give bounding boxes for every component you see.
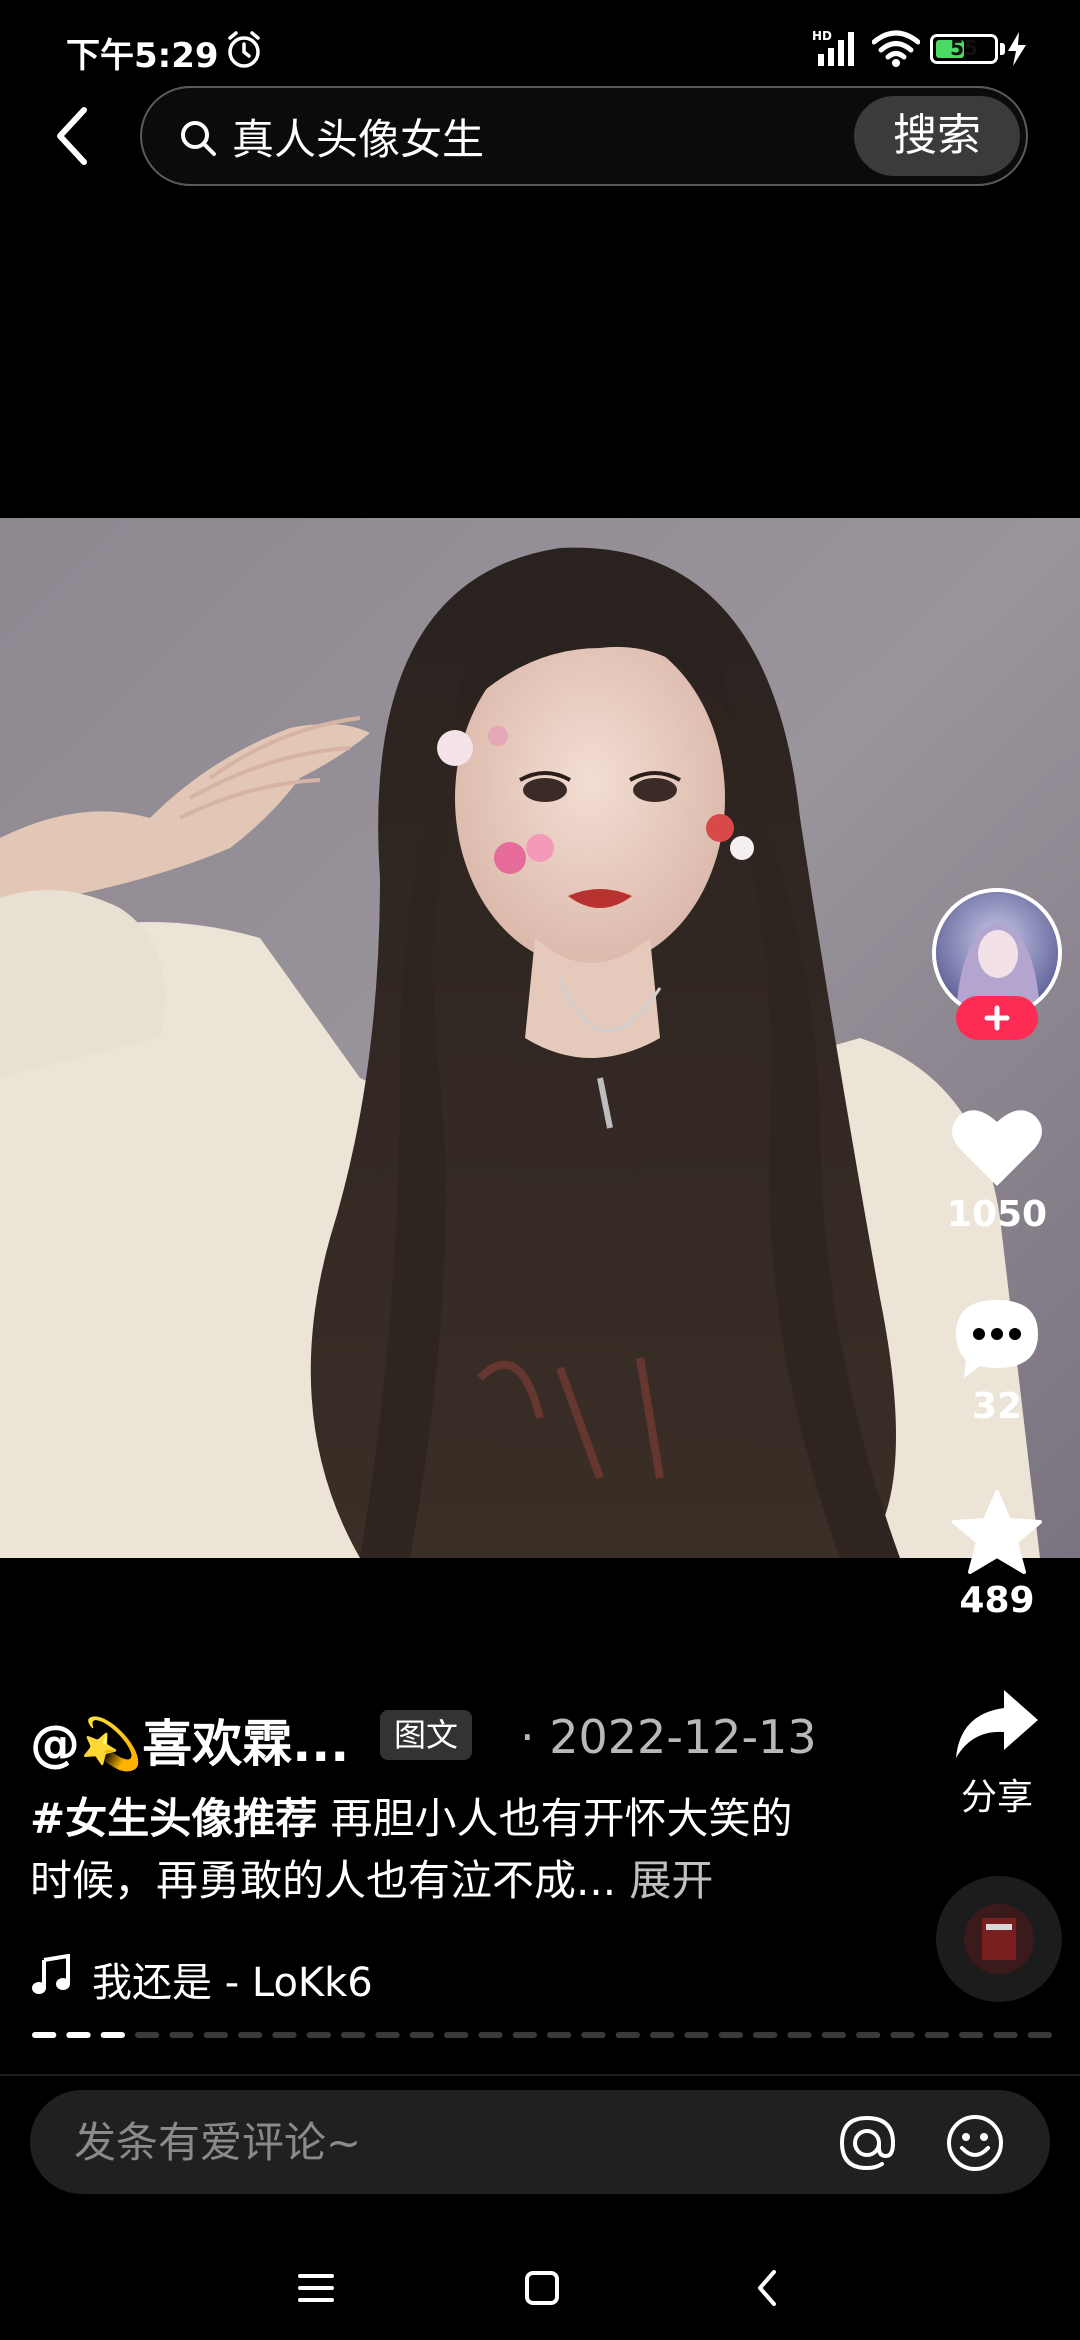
page-dash	[547, 2032, 572, 2038]
post-type-badge: 图文	[380, 1710, 473, 1760]
favorite-button[interactable]: 489	[930, 1490, 1064, 1621]
alarm-icon	[228, 31, 260, 68]
search-button[interactable]: 搜索	[854, 96, 1020, 176]
search-icon	[181, 121, 216, 156]
image-page-indicator	[32, 2032, 1052, 2038]
share-button[interactable]: 分享	[930, 1686, 1064, 1820]
share-icon	[956, 1690, 1038, 1758]
page-dash	[959, 2032, 984, 2038]
battery-cap	[1000, 43, 1005, 55]
disc-cover-art	[964, 1904, 1034, 1974]
page-dash	[1027, 2032, 1052, 2038]
emoji-icon[interactable]	[944, 2112, 1006, 2174]
at-icon[interactable]	[836, 2112, 898, 2174]
comment-bar	[30, 2090, 1050, 2194]
like-count: 1050	[946, 1194, 1048, 1235]
post-date: · 2022-12-13	[520, 1710, 817, 1764]
status-time: 下午5:29	[66, 36, 219, 76]
page-dash	[272, 2032, 297, 2038]
post-photo[interactable]	[0, 518, 1080, 1558]
page-dash	[581, 2032, 606, 2038]
page-dash	[100, 2032, 125, 2038]
screen: 下午5:29 HD 55 真人头像女生 搜索 1050 32 489 分享 @💫…	[0, 0, 1080, 2340]
page-dash	[306, 2032, 331, 2038]
page-dash	[615, 2032, 640, 2038]
page-dash	[169, 2032, 194, 2038]
wifi-icon	[872, 30, 920, 67]
page-dash	[512, 2032, 537, 2038]
page-dash	[409, 2032, 434, 2038]
search-box[interactable]: 搜索	[140, 86, 1028, 186]
page-dash	[66, 2032, 91, 2038]
star-icon	[952, 1490, 1042, 1574]
like-button[interactable]: 1050	[930, 1106, 1064, 1235]
back-icon	[57, 107, 87, 165]
author-row: @💫喜欢霖... 图文 · 2022-12-13	[30, 1700, 910, 1773]
page-dash	[890, 2032, 915, 2038]
page-dash	[238, 2032, 263, 2038]
signal-icon: HD	[812, 29, 854, 66]
heart-icon	[952, 1110, 1042, 1186]
comment-button[interactable]: 32	[930, 1296, 1064, 1427]
network-label: HD	[812, 29, 832, 43]
comment-input[interactable]	[74, 2110, 774, 2174]
page-dash	[341, 2032, 366, 2038]
post-caption: #女生头像推荐 再胆小人也有开怀大笑的时候，再勇敢的人也有泣不成... 展开	[30, 1788, 830, 1912]
charging-bolt-icon	[1008, 32, 1026, 66]
page-dash	[924, 2032, 949, 2038]
date-value: 2022-12-13	[549, 1710, 817, 1764]
comment-icon	[956, 1300, 1038, 1378]
back-button[interactable]	[44, 98, 104, 174]
music-title: 我还是 - LoKk6	[92, 1960, 373, 2006]
page-dash	[650, 2032, 675, 2038]
status-bar: 下午5:29 HD 55	[0, 0, 1080, 100]
date-separator: ·	[520, 1710, 535, 1764]
hashtag-link[interactable]: #女生头像推荐	[30, 1794, 317, 1843]
portrait-image	[0, 518, 1080, 1558]
music-row[interactable]: 我还是 - LoKk6	[30, 1948, 830, 2006]
page-dash	[203, 2032, 228, 2038]
system-navigation-bar	[0, 2220, 1080, 2340]
page-dash	[684, 2032, 709, 2038]
plus-icon	[984, 1005, 1010, 1031]
page-dash	[444, 2032, 469, 2038]
comment-count: 32	[971, 1386, 1023, 1427]
battery-percent: 55	[950, 36, 978, 60]
page-dash	[135, 2032, 160, 2038]
page-dash	[821, 2032, 846, 2038]
page-dash	[856, 2032, 881, 2038]
divider	[0, 2074, 1080, 2076]
page-dash	[993, 2032, 1018, 2038]
author-name[interactable]: @💫喜欢霖...	[30, 1704, 349, 1776]
page-dash	[478, 2032, 503, 2038]
page-dash	[753, 2032, 778, 2038]
page-dash	[787, 2032, 812, 2038]
nav-back-icon[interactable]	[752, 2266, 782, 2310]
menu-icon[interactable]	[296, 2270, 336, 2306]
music-note-icon	[32, 1954, 70, 1994]
music-disc[interactable]	[936, 1876, 1062, 2002]
follow-button[interactable]	[956, 996, 1038, 1040]
page-dash	[375, 2032, 400, 2038]
page-dash	[32, 2032, 57, 2038]
favorite-count: 489	[959, 1580, 1035, 1621]
home-icon[interactable]	[524, 2270, 560, 2306]
expand-link[interactable]: 展开	[629, 1856, 713, 1905]
page-dash	[718, 2032, 743, 2038]
share-label: 分享	[960, 1777, 1033, 1818]
battery-indicator: 55	[930, 34, 998, 64]
search-input[interactable]	[232, 104, 772, 168]
